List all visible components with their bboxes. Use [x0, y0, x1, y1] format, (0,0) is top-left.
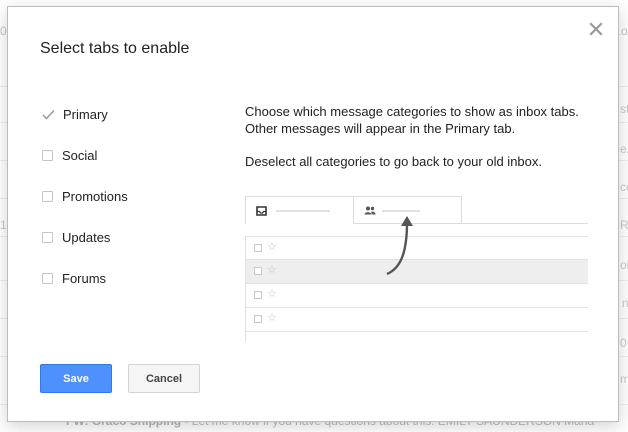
illustration-row — [245, 332, 588, 342]
tab-strip-line — [462, 223, 588, 224]
option-social-label[interactable]: Social — [62, 148, 97, 163]
bg-fragment: o — [621, 24, 628, 38]
option-primary-label: Primary — [63, 106, 108, 122]
option-primary: Primary — [42, 105, 108, 123]
close-button[interactable] — [588, 21, 604, 37]
illustration-primary-tab — [245, 196, 354, 224]
promotions-checkbox[interactable] — [42, 190, 53, 202]
option-promotions-label[interactable]: Promotions — [62, 189, 128, 204]
star-icon: ☆ — [267, 241, 277, 253]
dialog-title: Select tabs to enable — [40, 40, 190, 57]
bg-fragment: ez — [620, 142, 628, 156]
bg-fragment: n — [622, 296, 628, 310]
description-line: Choose which message categories to show … — [245, 104, 579, 119]
option-updates-label[interactable]: Updates — [62, 230, 110, 245]
updates-checkbox[interactable] — [42, 231, 53, 243]
inbox-icon — [256, 206, 267, 216]
bg-fragment: ol — [620, 258, 628, 272]
select-tabs-dialog: Select tabs to enable Primary Social Pro… — [7, 6, 619, 422]
bg-fragment: ma — [620, 372, 628, 386]
option-promotions[interactable]: Promotions — [42, 187, 128, 205]
illustration-row: ☆ — [245, 308, 588, 332]
bg-fragment: 0 — [620, 336, 627, 350]
star-icon: ☆ — [267, 264, 277, 276]
checkbox-icon — [254, 244, 262, 252]
checkmark-icon — [42, 109, 55, 120]
tab-label-placeholder — [276, 210, 330, 212]
option-forums-label[interactable]: Forums — [62, 271, 106, 286]
option-updates[interactable]: Updates — [42, 228, 110, 246]
close-icon — [589, 22, 603, 36]
bg-fragment: 0 — [0, 24, 7, 38]
bg-fragment: R — [620, 218, 628, 232]
social-checkbox[interactable] — [42, 149, 53, 161]
checkbox-icon — [254, 291, 262, 299]
forums-checkbox[interactable] — [42, 272, 53, 284]
bg-fragment: st — [620, 102, 628, 116]
cancel-button[interactable]: Cancel — [128, 364, 200, 393]
option-social[interactable]: Social — [42, 146, 97, 164]
star-icon: ☆ — [267, 288, 277, 300]
checkbox-icon — [254, 315, 262, 323]
save-button[interactable]: Save — [40, 364, 112, 393]
bg-fragment: cc — [620, 180, 628, 194]
description-line: Deselect all categories to go back to yo… — [245, 154, 543, 169]
star-icon: ☆ — [267, 312, 277, 324]
tabs-illustration: ☆ ☆ ☆ ☆ — [245, 196, 588, 342]
option-forums[interactable]: Forums — [42, 269, 106, 287]
description-line: Other messages will appear in the Primar… — [245, 121, 516, 136]
illustration-row: ☆ — [245, 284, 588, 308]
arrow-icon — [386, 216, 413, 276]
checkbox-icon — [254, 267, 262, 275]
